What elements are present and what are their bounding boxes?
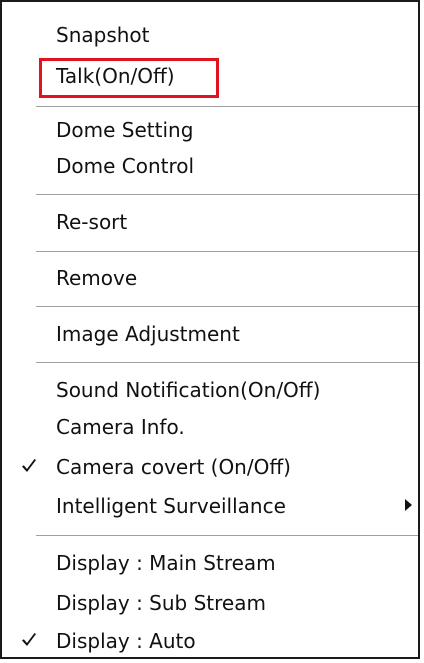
menu-item-label: Intelligent Surveillance: [56, 494, 286, 518]
menu-separator: [36, 106, 418, 107]
menu-item-dome-setting[interactable]: Dome Setting: [2, 111, 418, 149]
menu-item-label: Dome Setting: [56, 118, 194, 142]
menu-item-label: Display : Main Stream: [56, 551, 276, 575]
submenu-arrow-icon: [405, 499, 412, 511]
highlight-box: [39, 58, 219, 98]
menu-item-re-sort[interactable]: Re-sort: [2, 203, 418, 241]
menu-separator: [36, 535, 418, 536]
menu-item-display-main-stream[interactable]: Display : Main Stream: [2, 544, 418, 582]
menu-item-snapshot[interactable]: Snapshot: [2, 16, 418, 54]
menu-item-label: Display : Auto: [56, 629, 196, 653]
menu-item-camera-info[interactable]: Camera Info.: [2, 408, 418, 446]
menu-item-label: Camera covert (On/Off): [56, 455, 291, 479]
menu-item-label: Snapshot: [56, 23, 150, 47]
menu-item-sound-notification[interactable]: Sound Notification(On/Off): [2, 371, 418, 409]
context-menu: Snapshot Talk(On/Off) Dome Setting Dome …: [0, 0, 420, 659]
menu-item-label: Sound Notification(On/Off): [56, 378, 321, 402]
menu-separator: [36, 251, 418, 252]
checkmark-icon: [22, 633, 36, 646]
menu-item-display-auto[interactable]: Display : Auto: [2, 622, 418, 660]
menu-item-intelligent-surveillance[interactable]: Intelligent Surveillance: [2, 487, 418, 525]
menu-item-label: Dome Control: [56, 154, 195, 178]
menu-item-remove[interactable]: Remove: [2, 259, 418, 297]
menu-item-label: Re-sort: [56, 210, 128, 234]
menu-item-label: Remove: [56, 266, 138, 290]
menu-item-display-sub-stream[interactable]: Display : Sub Stream: [2, 584, 418, 622]
menu-item-label: Display : Sub Stream: [56, 591, 266, 615]
menu-item-label: Camera Info.: [56, 415, 185, 439]
menu-item-camera-covert[interactable]: Camera covert (On/Off): [2, 448, 418, 486]
menu-item-image-adjustment[interactable]: Image Adjustment: [2, 315, 418, 353]
menu-separator: [36, 362, 418, 363]
menu-item-dome-control[interactable]: Dome Control: [2, 147, 418, 185]
checkmark-icon: [22, 459, 36, 472]
menu-item-label: Image Adjustment: [56, 322, 240, 346]
menu-separator: [36, 306, 418, 307]
menu-separator: [36, 194, 418, 195]
